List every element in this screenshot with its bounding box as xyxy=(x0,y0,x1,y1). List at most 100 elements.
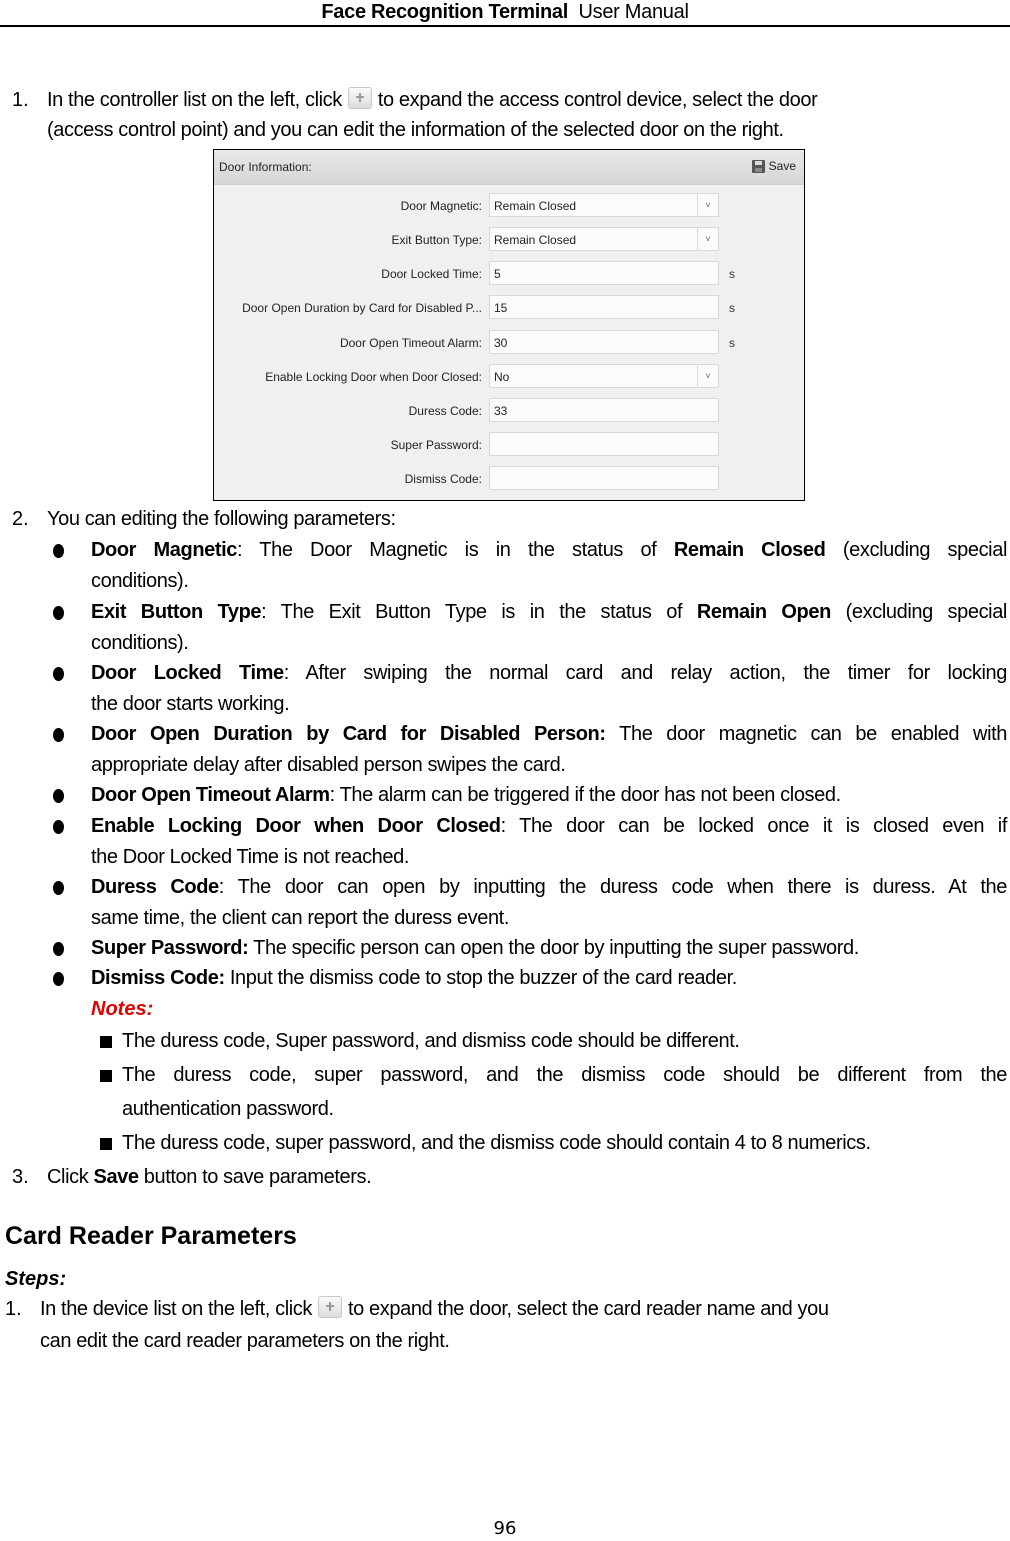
bullet-term: Exit Button Type xyxy=(91,601,262,623)
bullet-item-cont: appropriate delay after disabled person … xyxy=(91,754,566,776)
section-step1-line2: can edit the card reader parameters on t… xyxy=(40,1330,450,1352)
bullet-term: Door Locked Time xyxy=(91,662,284,684)
section-step1-text-cont: to expand the door, select the card read… xyxy=(348,1298,829,1320)
text-input[interactable] xyxy=(489,466,719,490)
text-input[interactable]: 30 xyxy=(489,330,719,354)
note-item-cont: authentication password. xyxy=(122,1098,334,1120)
step1-line2: (access control point) and you can edit … xyxy=(47,119,784,141)
section-step1-line1: In the device list on the left, click to … xyxy=(40,1294,1007,1324)
bullet-icon xyxy=(53,881,64,895)
page-number: 96 xyxy=(493,1518,517,1539)
dropdown-select[interactable]: Remain Closed ˅ xyxy=(489,193,719,217)
chevron-down-icon[interactable]: ˅ xyxy=(697,194,718,216)
form-row: Enable Locking Door when Door Closed: No ˅ xyxy=(214,364,804,390)
square-bullet-icon xyxy=(100,1070,112,1082)
bullet-text: The Exit Button Type is in the status of xyxy=(266,601,697,623)
bullet-item: Door Open Duration by Card for Disabled … xyxy=(91,719,1007,749)
text-input[interactable] xyxy=(489,432,719,456)
bullet-item-cont: the Door Locked Time is not reached. xyxy=(91,846,410,868)
plus-icon xyxy=(318,1296,343,1318)
step1-line1: In the controller list on the left, clic… xyxy=(47,85,1007,115)
step3-save-term: Save xyxy=(93,1166,140,1188)
section-step1-text: In the device list on the left, click xyxy=(40,1298,313,1320)
bullet-text: After swiping the normal card and relay … xyxy=(288,662,1007,684)
text-input[interactable]: 5 xyxy=(489,261,719,285)
field-value: 15 xyxy=(494,301,508,315)
bullet-icon xyxy=(53,544,64,558)
step-number: 1. xyxy=(5,1298,22,1320)
header-title: Face Recognition Terminal xyxy=(321,1,568,23)
step3-text: Click Save button to save parameters. xyxy=(47,1162,372,1192)
form-row: Door Locked Time: 5 s xyxy=(214,261,804,287)
save-button[interactable]: Save xyxy=(751,159,796,173)
unit-label: s xyxy=(729,267,735,281)
bullet-text: The door can be locked once it is closed… xyxy=(505,815,1008,837)
field-value: Remain Closed xyxy=(494,199,577,213)
bullet-term: Enable Locking Door when Door Closed xyxy=(91,815,501,837)
bullet-text: The alarm can be triggered if the door h… xyxy=(334,784,842,806)
bullet-text: The door can open by inputting the dures… xyxy=(223,876,1008,898)
step-number: 2. xyxy=(12,508,29,530)
bullet-term: Dismiss Code: xyxy=(91,967,225,989)
unit-label: s xyxy=(729,336,735,350)
field-label: Enable Locking Door when Door Closed: xyxy=(265,370,482,384)
bullet-text: The specific person can open the door by… xyxy=(248,937,859,959)
bullet-term: Door Magnetic xyxy=(91,539,238,561)
text-input[interactable]: 33 xyxy=(489,398,719,422)
bullet-icon xyxy=(53,606,64,620)
note-item: The duress code, super password, and the… xyxy=(122,1064,1007,1086)
panel-header: Door Information: Save xyxy=(214,150,804,185)
chevron-down-icon[interactable]: ˅ xyxy=(697,228,718,250)
field-value: No xyxy=(494,370,510,384)
bullet-text-end: (excluding special xyxy=(830,601,1008,623)
header-rule xyxy=(0,25,1010,27)
bullet-item: Duress Code: The door can open by inputt… xyxy=(91,872,1007,902)
text-input[interactable]: 15 xyxy=(489,295,719,319)
form-row: Door Open Duration by Card for Disabled … xyxy=(214,295,804,321)
bullet-term: Duress Code xyxy=(91,876,219,898)
bullet-item-cont: same time, the client can report the dur… xyxy=(91,907,509,929)
bullet-term: Super Password: xyxy=(91,937,249,959)
note-item: The duress code, Super password, and dis… xyxy=(122,1030,740,1052)
field-label: Duress Code: xyxy=(408,404,482,418)
dropdown-select[interactable]: Remain Closed ˅ xyxy=(489,227,719,251)
bullet-icon xyxy=(53,972,64,986)
form-row: Dismiss Code: xyxy=(214,466,804,492)
door-information-panel: Door Information: Save Door Magnetic: Rem… xyxy=(213,149,805,501)
chevron-down-icon[interactable]: ˅ xyxy=(697,365,718,387)
square-bullet-icon xyxy=(100,1036,112,1048)
bullet-icon xyxy=(53,789,64,803)
bullet-item: Exit Button Type: The Exit Button Type i… xyxy=(91,597,1007,627)
field-label: Super Password: xyxy=(390,438,482,452)
panel-title: Door Information: xyxy=(219,160,312,174)
field-label: Door Open Timeout Alarm: xyxy=(339,336,482,350)
bullet-term: Door Open Duration by Card for Disabled … xyxy=(91,723,606,745)
bullet-item: Super Password: The specific person can … xyxy=(91,933,859,963)
bullet-item-cont: conditions). xyxy=(91,570,189,592)
save-icon xyxy=(751,159,765,173)
bullet-icon xyxy=(53,942,64,956)
field-label: Dismiss Code: xyxy=(404,472,482,486)
bullet-item-cont: the door starts working. xyxy=(91,693,290,715)
field-label: Exit Button Type: xyxy=(391,233,483,247)
field-label: Door Locked Time: xyxy=(381,267,482,281)
square-bullet-icon xyxy=(100,1138,112,1150)
section-title: Card Reader Parameters xyxy=(5,1222,297,1250)
form-row: Exit Button Type: Remain Closed ˅ xyxy=(214,227,804,253)
step1-text: In the controller list on the left, clic… xyxy=(47,89,342,111)
bullet-term: Door Open Timeout Alarm xyxy=(91,784,330,806)
form-row: Super Password: xyxy=(214,432,804,458)
bullet-status: Remain Closed xyxy=(673,539,826,561)
header-subtitle: User Manual xyxy=(578,1,689,23)
field-value: 30 xyxy=(494,336,508,350)
field-value: Remain Closed xyxy=(494,233,577,247)
bullet-icon xyxy=(53,667,64,681)
bullet-item-cont: conditions). xyxy=(91,632,189,654)
bullet-icon xyxy=(53,728,64,742)
field-value: 33 xyxy=(494,404,508,418)
bullet-text-end: (excluding special xyxy=(825,539,1008,561)
form-row: Door Magnetic: Remain Closed ˅ xyxy=(214,193,804,219)
bullet-item: Door Open Timeout Alarm: The alarm can b… xyxy=(91,780,841,810)
step3-after: button to save parameters. xyxy=(138,1166,372,1188)
dropdown-select[interactable]: No ˅ xyxy=(489,364,719,388)
